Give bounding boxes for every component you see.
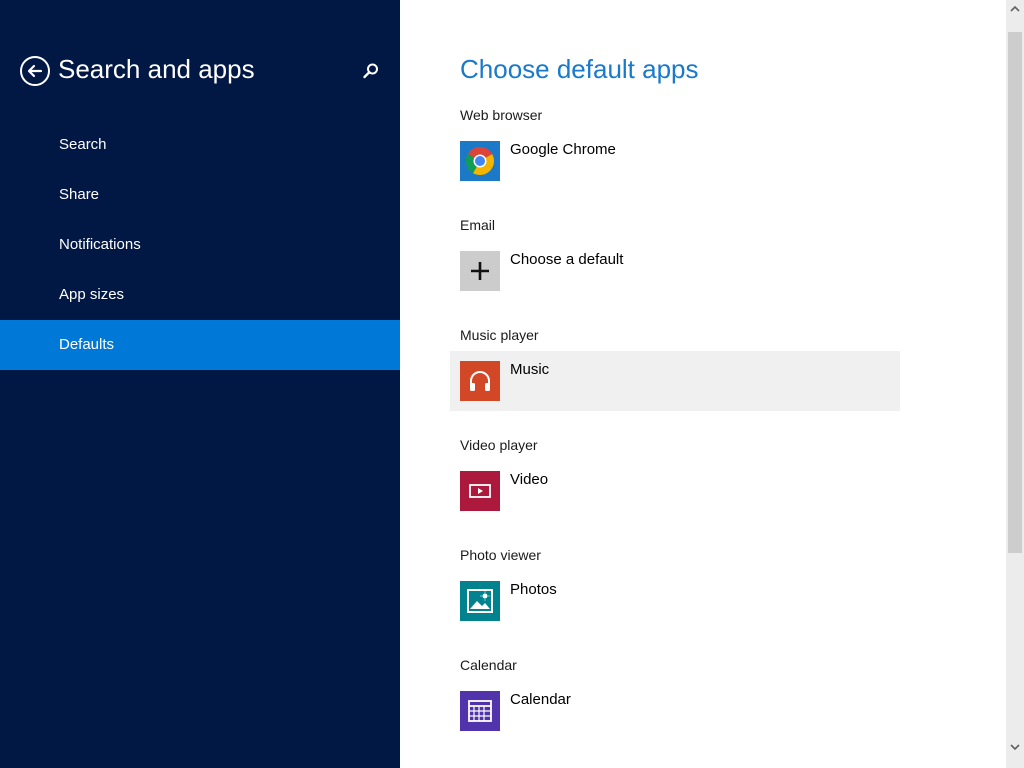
nav-item-share[interactable]: Share — [0, 170, 400, 220]
app-name: Google Chrome — [510, 141, 616, 158]
app-name: Video — [510, 471, 549, 488]
video-player-section: Video player Video — [450, 437, 900, 547]
music-player-section: Music player Music — [450, 327, 900, 437]
headphones-icon — [460, 361, 500, 401]
music-player-default-button[interactable]: Music — [450, 351, 900, 411]
defaults-content-pane: Choose default apps Web browser Google C… — [400, 0, 1006, 768]
chrome-icon — [460, 141, 500, 181]
back-arrow-icon[interactable] — [20, 56, 50, 86]
page-title: Choose default apps — [460, 54, 699, 84]
section-label: Photo viewer — [460, 547, 541, 563]
calendar-default-button[interactable]: Calendar — [450, 681, 900, 741]
web-browser-section: Web browser Google Chrome — [450, 107, 900, 217]
plus-icon — [460, 251, 500, 291]
app-name: Photos — [510, 581, 557, 598]
nav-item-notifications[interactable]: Notifications — [0, 220, 400, 270]
video-icon — [460, 471, 500, 511]
nav-item-app-sizes[interactable]: App sizes — [0, 270, 400, 320]
section-label: Email — [460, 217, 496, 233]
video-player-default-button[interactable]: Video — [450, 461, 900, 521]
app-name: Calendar — [510, 691, 571, 708]
section-label: Web browser — [460, 107, 543, 123]
nav-title: Search and apps — [58, 54, 255, 84]
web-browser-default-button[interactable]: Google Chrome — [450, 131, 900, 191]
nav-list: Search Share Notifications App sizes Def… — [0, 120, 400, 370]
settings-nav-pane: Search and apps Search Share Notificatio… — [0, 0, 400, 768]
email-default-button[interactable]: Choose a default — [450, 241, 900, 301]
section-label: Video player — [460, 437, 538, 453]
scroll-down-icon[interactable] — [1006, 738, 1024, 756]
scrollbar-thumb[interactable] — [1008, 32, 1022, 553]
app-name: Choose a default — [510, 251, 624, 268]
vertical-scrollbar[interactable] — [1006, 0, 1024, 768]
photo-icon — [460, 581, 500, 621]
scroll-up-icon[interactable] — [1006, 0, 1024, 18]
search-icon[interactable] — [362, 62, 380, 80]
nav-header: Search and apps — [20, 52, 390, 92]
section-label: Calendar — [460, 657, 517, 673]
photo-viewer-default-button[interactable]: Photos — [450, 571, 900, 631]
photo-viewer-section: Photo viewer Photos — [450, 547, 900, 657]
app-name: Music — [510, 361, 550, 378]
section-label: Music player — [460, 327, 539, 343]
calendar-section: Calendar Calendar — [450, 657, 900, 767]
calendar-icon — [460, 691, 500, 731]
nav-item-defaults[interactable]: Defaults — [0, 320, 400, 370]
email-section: Email Choose a default — [450, 217, 900, 327]
nav-item-search[interactable]: Search — [0, 120, 400, 170]
